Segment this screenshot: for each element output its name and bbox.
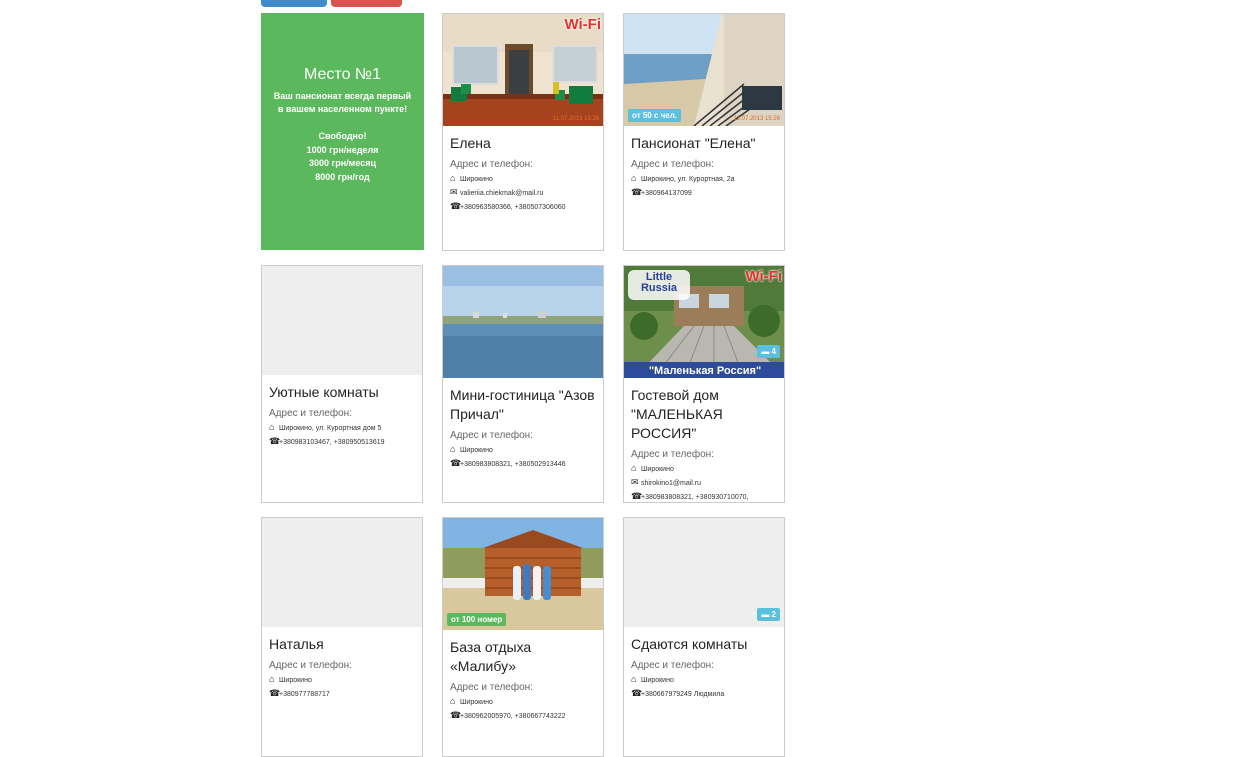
comment-count-badge[interactable]: ▬ 4 [757,345,780,358]
address-label: Адрес и телефон: [269,408,352,419]
home-icon: ⌂ [450,444,456,454]
comment-icon: ▬ [761,347,770,356]
listing-card[interactable]: Wi-Fi 11.07.2013 15:26 Елена Адрес и тел… [442,13,604,251]
listing-title[interactable]: Уютные комнаты [269,383,416,402]
listing-address: Широкино [460,699,493,706]
home-icon: ⌂ [631,463,637,473]
promo-free: Свободно! [318,131,367,141]
comment-count: 4 [771,347,776,356]
listing-title[interactable]: Пансионат "Елена" [631,134,778,153]
promo-price-month: 3000 грн/месяц [308,158,377,168]
photo-timestamp: 11.07.2013 15:26 [733,116,780,122]
listing-photo-placeholder[interactable]: ▬ 2 [624,518,784,627]
address-label: Адрес и телефон: [269,660,352,671]
listing-photo[interactable] [443,266,603,378]
listing-address: Широкино [641,677,674,684]
phone-icon: ☎ [450,710,462,720]
home-icon: ⌂ [450,173,456,183]
listing-phone: +380962005970, +380667743222 [460,713,566,720]
address-label: Адрес и телефон: [450,682,533,693]
listing-title[interactable]: Гостевой дом "МАЛЕНЬКАЯ РОССИЯ" [631,386,778,443]
address-label: Адрес и телефон: [450,159,533,170]
listing-phone: +380964137099 [641,190,692,197]
top-button-red[interactable] [331,0,402,7]
listing-address: Широкино [279,677,312,684]
listing-title[interactable]: Наталья [269,635,416,654]
photo-sea-view [443,266,603,378]
address-label: Адрес и телефон: [631,159,714,170]
phone-icon: ☎ [269,436,281,446]
address-label: Адрес и телефон: [631,660,714,671]
listing-address: Широкино, ул. Курортная дом 5 [279,425,382,432]
address-label: Адрес и телефон: [631,449,714,460]
phone-icon: ☎ [450,201,462,211]
listing-phone: +380983808321, +380502913446 [460,461,566,468]
listing-title[interactable]: База отдыха «Малибу» [450,638,597,676]
listing-card[interactable]: Little Russia Wi-Fi "Маленькая Россия" ▬… [623,265,785,503]
comment-count-badge[interactable]: ▬ 2 [757,608,780,621]
comment-icon: ▬ [761,610,770,619]
envelope-icon: ✉ [450,187,458,197]
listing-phone: +380983808321, +380930710070, [641,494,749,501]
listing-photo[interactable]: Little Russia Wi-Fi "Маленькая Россия" ▬… [624,266,784,378]
phone-icon: ☎ [450,458,462,468]
promo-tile[interactable]: Место №1 Ваш пансионат всегда первый в ва… [261,13,424,250]
listing-card[interactable]: от 100 номер База отдыха «Малибу» Адрес … [442,517,604,757]
listing-address: Широкино [460,447,493,454]
promo-title: Место №1 [304,66,381,83]
address-label: Адрес и телефон: [450,430,533,441]
capacity-badge: от 100 номер [447,613,507,626]
listing-email: valieriia.chiekmak@mail.ru [460,190,544,197]
listing-card[interactable]: Уютные комнаты Адрес и телефон: ⌂ Широкин… [261,265,423,503]
listing-photo-placeholder[interactable] [262,266,422,375]
promo-price-year: 8000 грн/год [315,171,370,182]
listing-photo-placeholder[interactable] [262,518,422,627]
home-icon: ⌂ [269,674,275,684]
home-icon: ⌂ [450,696,456,706]
listing-card[interactable]: Мини-гостиница "Азов Причал" Адрес и тел… [442,265,604,503]
listing-card[interactable]: Наталья Адрес и телефон: ⌂ Широкино ☎+380… [261,517,423,757]
promo-price-week: 1000 грн/неделя [306,144,379,155]
listing-title[interactable]: Елена [450,134,597,153]
listing-phone: +380667979249 Людмила [641,691,725,698]
listing-photo[interactable]: от 100 номер [443,518,603,630]
listing-phone: +380983103467, +380950513619 [279,439,385,446]
listing-phone: +380977788717 [279,691,330,698]
wifi-badge: Wi-Fi [745,268,782,285]
home-icon: ⌂ [269,422,275,432]
capacity-badge: от 50 с чел. [628,109,682,122]
wifi-badge: Wi-Fi [564,16,601,33]
listing-photo[interactable]: Wi-Fi 11.07.2013 15:26 [443,14,603,126]
listing-card[interactable]: ▬ 2 Сдаются комнаты Адрес и телефон: ⌂ Ши… [623,517,785,757]
comment-count: 2 [771,610,776,619]
listing-address: Широкино [460,176,493,183]
listing-address: Широкино [641,466,674,473]
photo-banner: "Маленькая Россия" [648,365,762,377]
listing-title[interactable]: Сдаются комнаты [631,635,778,654]
listing-email: shirokino1@mail.ru [641,480,702,487]
phone-icon: ☎ [269,688,281,698]
listing-phone: +380963580366, +380507306060 [460,204,566,211]
phone-icon: ☎ [631,491,643,501]
photo-timestamp: 11.07.2013 15:26 [552,116,599,122]
phone-icon: ☎ [631,187,643,197]
promo-line1: Ваш пансионат всегда первый [273,91,412,101]
listing-photo[interactable]: от 50 с чел. 11.07.2013 15:26 [624,14,784,126]
listing-address: Широкино, ул. Курортная, 2а [641,176,735,183]
phone-icon: ☎ [631,688,643,698]
top-button-blue[interactable] [261,0,327,7]
little-russia-logo: Little Russia [640,271,678,294]
home-icon: ⌂ [631,173,637,183]
promo-text: Ваш пансионат всегда первый в вашем насел… [261,90,424,116]
envelope-icon: ✉ [631,477,639,487]
promo-line2: в вашем населенном пункте! [277,104,408,114]
listing-card[interactable]: от 50 с чел. 11.07.2013 15:26 Пансионат … [623,13,785,251]
listing-title[interactable]: Мини-гостиница "Азов Причал" [450,386,597,424]
home-icon: ⌂ [631,674,637,684]
